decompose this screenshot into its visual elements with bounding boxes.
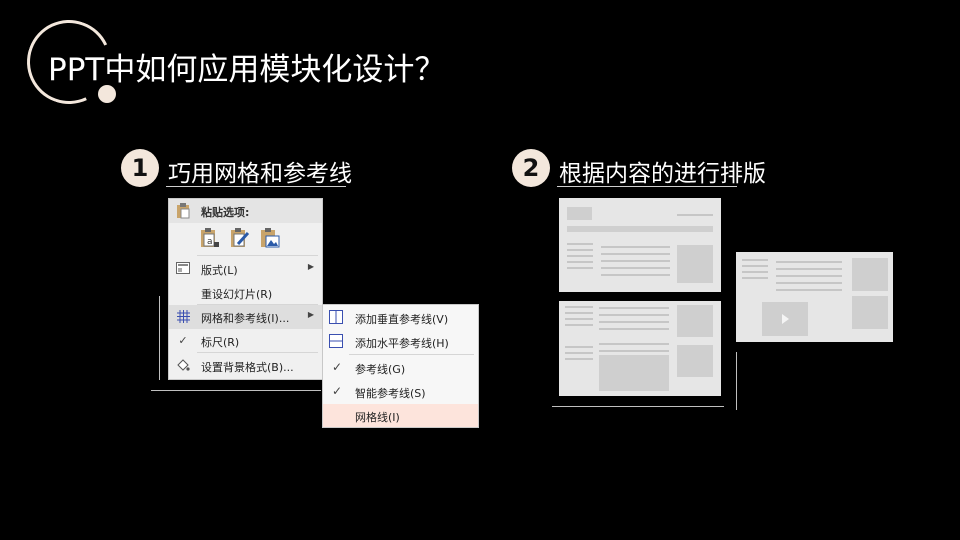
layout-mockup-1 [559, 198, 721, 292]
section-title-2: 根据内容的进行排版 [559, 161, 766, 187]
placeholder-line [601, 260, 670, 262]
submenu-item-label: 参考线(G) [355, 363, 406, 376]
placeholder-block [677, 345, 713, 377]
menu-item-reset-slide[interactable]: 重设幻灯片(R) [169, 281, 322, 305]
placeholder-line [601, 274, 670, 276]
frame-line [159, 296, 160, 380]
frame-line [736, 352, 737, 410]
layout-mockup-3 [736, 252, 893, 342]
placeholder-bar [567, 226, 713, 232]
menu-item-layout[interactable]: 版式(L) ▶ [169, 257, 322, 281]
vertical-guide-icon [329, 310, 343, 324]
menu-separator [197, 255, 318, 256]
section-number-2: 2 [512, 149, 550, 187]
placeholder-line [565, 318, 593, 320]
paste-picture-icon[interactable] [259, 227, 281, 249]
grid-guides-submenu: 添加垂直参考线(V) 添加水平参考线(H) ✓ 参考线(G) ✓ 智能参考线(S… [322, 304, 479, 428]
grid-icon [176, 310, 190, 326]
placeholder-line [567, 267, 593, 269]
placeholder-line [599, 307, 669, 309]
placeholder-line [567, 249, 593, 251]
paste-options-label: 粘贴选项: [201, 206, 250, 219]
menu-item-label: 版式(L) [201, 264, 238, 277]
placeholder-line [601, 267, 670, 269]
menu-item-format-background[interactable]: 设置背景格式(B)... [169, 354, 322, 378]
submenu-item-label: 添加垂直参考线(V) [355, 313, 449, 326]
menu-item-label: 设置背景格式(B)... [201, 361, 294, 374]
placeholder-line [599, 328, 669, 330]
placeholder-block [599, 355, 669, 391]
placeholder-line [565, 306, 593, 308]
placeholder-block [677, 245, 713, 283]
placeholder-line [565, 358, 593, 360]
placeholder-block [677, 305, 713, 337]
paste-options-header: 粘贴选项: [169, 199, 322, 223]
layout-mockup-2 [559, 301, 721, 396]
menu-item-label: 标尺(R) [201, 336, 240, 349]
placeholder-line [599, 343, 669, 345]
placeholder-line [776, 275, 842, 277]
submenu-item-add-horizontal-guide[interactable]: 添加水平参考线(H) [323, 330, 478, 354]
submenu-item-add-vertical-guide[interactable]: 添加垂直参考线(V) [323, 306, 478, 330]
menu-item-label: 重设幻灯片(R) [201, 288, 273, 301]
placeholder-line [565, 312, 593, 314]
section-number-1: 1 [121, 149, 159, 187]
submenu-item-label: 添加水平参考线(H) [355, 337, 449, 350]
placeholder-line [599, 321, 669, 323]
submenu-arrow-icon: ▶ [307, 262, 314, 271]
placeholder-line [776, 268, 842, 270]
section-underline-1 [166, 186, 346, 187]
placeholder-line [677, 214, 713, 216]
page-title: PPT中如何应用模块化设计？ [48, 52, 446, 88]
placeholder-line [567, 255, 593, 257]
placeholder-line [776, 282, 842, 284]
menu-separator [197, 352, 318, 353]
play-icon [782, 314, 789, 324]
check-icon: ✓ [332, 384, 343, 398]
frame-line [552, 406, 724, 407]
submenu-item-label: 智能参考线(S) [355, 387, 426, 400]
placeholder-line [742, 271, 768, 273]
frame-line [151, 390, 321, 391]
placeholder-line [567, 261, 593, 263]
section-title-1: 巧用网格和参考线 [168, 161, 352, 187]
placeholder-block [852, 296, 888, 329]
placeholder-line [567, 243, 593, 245]
menu-item-ruler[interactable]: ✓ 标尺(R) [169, 329, 322, 353]
placeholder-line [565, 324, 593, 326]
placeholder-line [742, 277, 768, 279]
placeholder-line [776, 261, 842, 263]
check-icon: ✓ [332, 360, 343, 374]
menu-item-label: 网格和参考线(I)... [201, 312, 290, 325]
horizontal-guide-icon [329, 334, 343, 348]
placeholder-line [601, 253, 670, 255]
layout-icon [176, 262, 190, 277]
check-icon: ✓ [178, 334, 188, 347]
clipboard-icon [176, 203, 190, 223]
menu-separator [349, 354, 474, 355]
placeholder-line [599, 314, 669, 316]
placeholder-block [852, 258, 888, 291]
placeholder-line [742, 265, 768, 267]
placeholder-block [567, 207, 592, 220]
submenu-item-gridlines[interactable]: 网格线(I) [323, 404, 478, 427]
menu-item-grid-and-guides[interactable]: 网格和参考线(I)... ▶ [169, 305, 322, 329]
svg-text:a: a [207, 237, 213, 247]
video-placeholder [762, 302, 808, 336]
placeholder-line [742, 259, 768, 261]
placeholder-line [565, 352, 593, 354]
submenu-item-guides[interactable]: ✓ 参考线(G) [323, 356, 478, 380]
submenu-arrow-icon: ▶ [307, 310, 314, 319]
submenu-item-label: 网格线(I) [355, 411, 400, 424]
placeholder-line [599, 350, 669, 352]
paint-bucket-icon [176, 359, 190, 375]
context-menu: 粘贴选项: a 版式(L) ▶ 重设幻灯片(R) 网格和参考线(I)... ▶ … [168, 198, 323, 380]
paste-keep-source-icon[interactable]: a [199, 227, 221, 249]
paste-keep-text-icon[interactable] [229, 227, 251, 249]
placeholder-line [776, 289, 842, 291]
placeholder-line [565, 346, 593, 348]
placeholder-line [601, 246, 670, 248]
section-underline-2 [557, 186, 737, 187]
submenu-item-smart-guides[interactable]: ✓ 智能参考线(S) [323, 380, 478, 404]
